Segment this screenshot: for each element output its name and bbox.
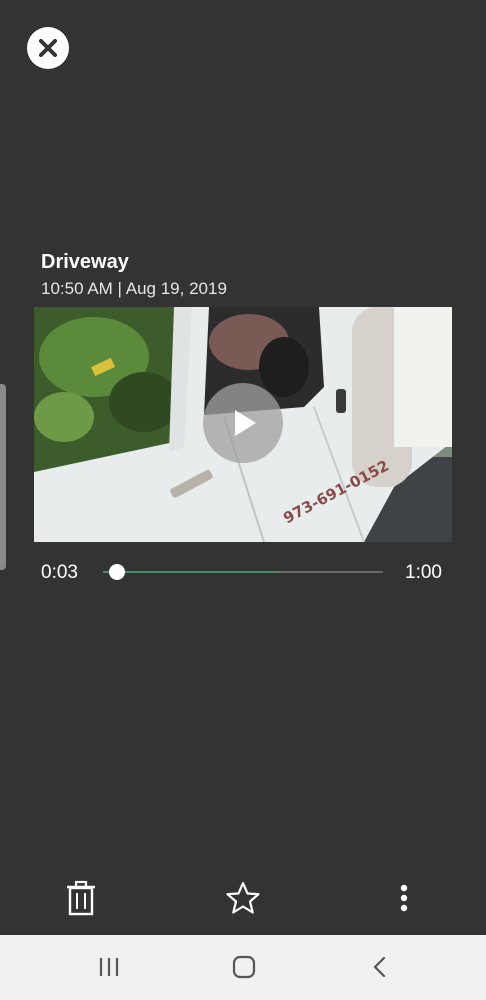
back-icon — [373, 956, 386, 978]
screen: Driveway 10:50 AM | Aug 19, 2019 973-691… — [0, 0, 486, 1000]
edge-panel-handle[interactable] — [0, 384, 6, 570]
seek-bar[interactable] — [103, 564, 383, 580]
seek-thumb[interactable] — [109, 564, 125, 580]
current-time: 0:03 — [41, 562, 78, 583]
close-icon — [39, 39, 57, 57]
duration: 1:00 — [405, 562, 442, 583]
clip-timestamp: 10:50 AM | Aug 19, 2019 — [41, 279, 227, 298]
delete-button[interactable] — [61, 878, 101, 918]
back-button[interactable] — [360, 947, 400, 987]
home-button[interactable] — [224, 947, 264, 987]
video-player[interactable]: 973-691-0152 — [34, 307, 452, 542]
trash-icon — [67, 880, 95, 916]
more-options-button[interactable] — [384, 878, 424, 918]
close-button[interactable] — [27, 27, 69, 69]
system-navigation-bar — [0, 935, 486, 1000]
play-icon — [235, 410, 256, 436]
home-icon — [232, 955, 256, 979]
seek-bar-buffered — [103, 571, 280, 573]
more-vertical-icon — [400, 884, 408, 912]
favorite-button[interactable] — [223, 878, 263, 918]
recents-icon — [99, 958, 119, 976]
play-button[interactable] — [203, 383, 283, 463]
star-icon — [226, 881, 260, 914]
clip-title: Driveway — [41, 251, 129, 273]
recents-button[interactable] — [89, 947, 129, 987]
